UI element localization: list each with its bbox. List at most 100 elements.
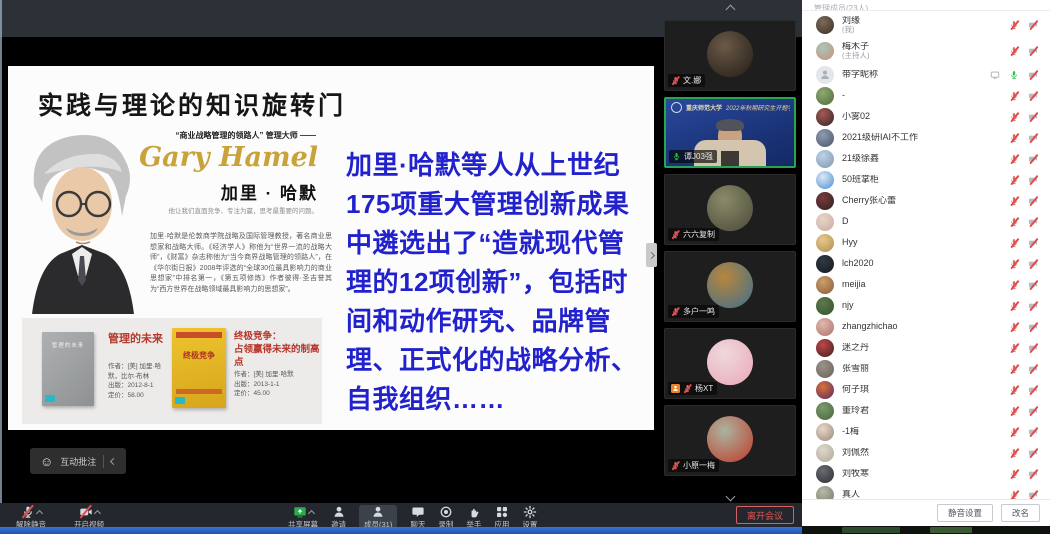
- participant-status-icons: [1009, 280, 1038, 290]
- book-2-title: 终极竞争： 占领赢得未来的制高点: [234, 330, 320, 369]
- mic-off-icon: [1009, 448, 1019, 458]
- participant-row[interactable]: 2021级研IAI不工作: [802, 127, 1050, 148]
- meeting-toolbar: 解除静音 开启视频 共享屏幕 邀请 成员(31) 聊天: [0, 503, 802, 527]
- video-name-label: 多户一鸣: [668, 305, 719, 318]
- participant-row[interactable]: meijia: [802, 274, 1050, 295]
- participant-row[interactable]: 刘佩然: [802, 442, 1050, 463]
- participant-status-icons: [1009, 364, 1038, 374]
- camera-off-icon: [79, 505, 93, 519]
- participant-row[interactable]: njy: [802, 295, 1050, 316]
- participant-status-icons: [1009, 385, 1038, 395]
- window-frame-edge: [0, 0, 2, 527]
- filmstrip-scroll-up[interactable]: [660, 6, 800, 13]
- raise-hand-icon: [467, 505, 481, 519]
- participant-name: 50班掌柜: [842, 175, 879, 185]
- chat-icon: [411, 505, 425, 519]
- chevron-up-icon[interactable]: [35, 509, 42, 516]
- cam-off-icon: [1028, 427, 1038, 437]
- video-tile[interactable]: 多户一鸣: [664, 251, 796, 322]
- participants-panel: 管理成员(23人) 刘缘 (我) 梅木子 (主持人) 带字昵称 -: [802, 0, 1050, 526]
- video-filmstrip: 文.娜 重庆师范大学2022年秋期研究生开题学术报告 谭J03强 六六复制: [660, 20, 800, 482]
- video-tile[interactable]: 杨XT: [664, 328, 796, 399]
- participant-status-icons: [1009, 20, 1038, 30]
- video-name-label: 谭J03强: [669, 150, 717, 163]
- mic-off-icon: [1009, 385, 1019, 395]
- participant-row[interactable]: 何子琪: [802, 379, 1050, 400]
- mic-off-icon: [1009, 343, 1019, 353]
- participant-row[interactable]: -: [802, 85, 1050, 106]
- cam-off-icon: [1028, 238, 1038, 248]
- video-tile[interactable]: 小原一梅: [664, 405, 796, 476]
- chevron-down-icon: [725, 492, 735, 502]
- filmstrip-expand-handle[interactable]: [646, 243, 657, 267]
- video-tile[interactable]: 六六复制: [664, 174, 796, 245]
- video-tile[interactable]: 文.娜: [664, 20, 796, 91]
- participant-row[interactable]: zhangzhichao: [802, 316, 1050, 337]
- mute-settings-button[interactable]: 静音设置: [937, 504, 993, 522]
- participant-name: -1梅: [842, 427, 859, 437]
- chevron-up-icon[interactable]: [93, 509, 100, 516]
- taskbar-strip-right: [802, 526, 1050, 534]
- shared-screen-slide: 实践与理论的知识旋转门 “商业战略管理的领路人” 管理大师 —— Gary Ha…: [8, 66, 654, 430]
- participant-row[interactable]: Hyy: [802, 232, 1050, 253]
- video-participant-name: 谭J03强: [684, 151, 713, 162]
- participant-status-icons: [1009, 343, 1038, 353]
- participant-status-icons: [990, 70, 1038, 80]
- screen-share-icon: [293, 505, 307, 519]
- participant-status-icons: [1009, 259, 1038, 269]
- participant-row[interactable]: lch2020: [802, 253, 1050, 274]
- speaker-banner: 重庆师范大学2022年秋期研究生开题学术报告: [671, 102, 790, 113]
- mic-off-icon: [1009, 20, 1019, 30]
- chevron-left-icon[interactable]: [110, 457, 117, 464]
- participant-row[interactable]: 50班掌柜: [802, 169, 1050, 190]
- filmstrip-scroll-down[interactable]: [660, 493, 800, 500]
- participant-row[interactable]: 张雪丽: [802, 358, 1050, 379]
- participant-row[interactable]: 21级徐鑫: [802, 148, 1050, 169]
- video-participant-name: 六六复制: [683, 229, 715, 240]
- cam-off-icon: [1028, 196, 1038, 206]
- participant-name: Cherry张心蕾: [842, 196, 896, 206]
- participant-row[interactable]: 刘缘 (我): [802, 12, 1050, 38]
- mic-off-icon: [1009, 91, 1019, 101]
- avatar: [816, 255, 834, 273]
- avatar: [816, 360, 834, 378]
- cam-off-icon: [1028, 406, 1038, 416]
- participant-row[interactable]: 刘牧寒: [802, 463, 1050, 484]
- participant-name: 21级徐鑫: [842, 154, 879, 164]
- participant-row[interactable]: Cherry张心蕾: [802, 190, 1050, 211]
- role-badge-icon: [671, 384, 680, 393]
- participant-status-icons: [1009, 406, 1038, 416]
- leave-meeting-button[interactable]: 离开会议: [736, 506, 794, 524]
- video-name-label: 文.娜: [668, 74, 705, 87]
- taskbar-thumb: [930, 527, 972, 533]
- participant-row[interactable]: 小雾02: [802, 106, 1050, 127]
- video-participant-name: 杨XT: [695, 383, 713, 394]
- participant-row[interactable]: 带字昵称: [802, 64, 1050, 85]
- participant-name: 2021级研IAI不工作: [842, 133, 918, 143]
- participant-status-icons: [1009, 469, 1038, 479]
- participant-row[interactable]: 迷之丹: [802, 337, 1050, 358]
- participant-row[interactable]: 梅木子 (主持人): [802, 38, 1050, 64]
- avatar: [816, 16, 834, 34]
- participants-header: 管理成员(23人): [802, 0, 1050, 11]
- participant-row[interactable]: -1梅: [802, 421, 1050, 442]
- video-participant-name: 多户一鸣: [683, 306, 715, 317]
- invite-icon: [332, 505, 346, 519]
- video-participant-name: 文.娜: [683, 75, 701, 86]
- participant-status-icons: [1009, 196, 1038, 206]
- participant-row[interactable]: 董玲君: [802, 400, 1050, 421]
- participant-row[interactable]: 真人: [802, 484, 1050, 499]
- chevron-up-icon[interactable]: [307, 509, 314, 516]
- members-icon: [371, 505, 385, 519]
- mic-off-icon: [671, 307, 680, 316]
- annotation-pill[interactable]: ☺ 互动批注: [30, 448, 126, 474]
- participant-name: zhangzhichao: [842, 322, 898, 332]
- video-tile[interactable]: 重庆师范大学2022年秋期研究生开题学术报告 谭J03强: [664, 97, 796, 168]
- avatar: [816, 465, 834, 483]
- cam-off-icon: [1028, 70, 1038, 80]
- participant-name: -: [842, 91, 845, 101]
- participant-row[interactable]: D: [802, 211, 1050, 232]
- rename-button[interactable]: 改名: [1001, 504, 1040, 522]
- participant-status-icons: [1009, 490, 1038, 500]
- cam-off-icon: [1028, 175, 1038, 185]
